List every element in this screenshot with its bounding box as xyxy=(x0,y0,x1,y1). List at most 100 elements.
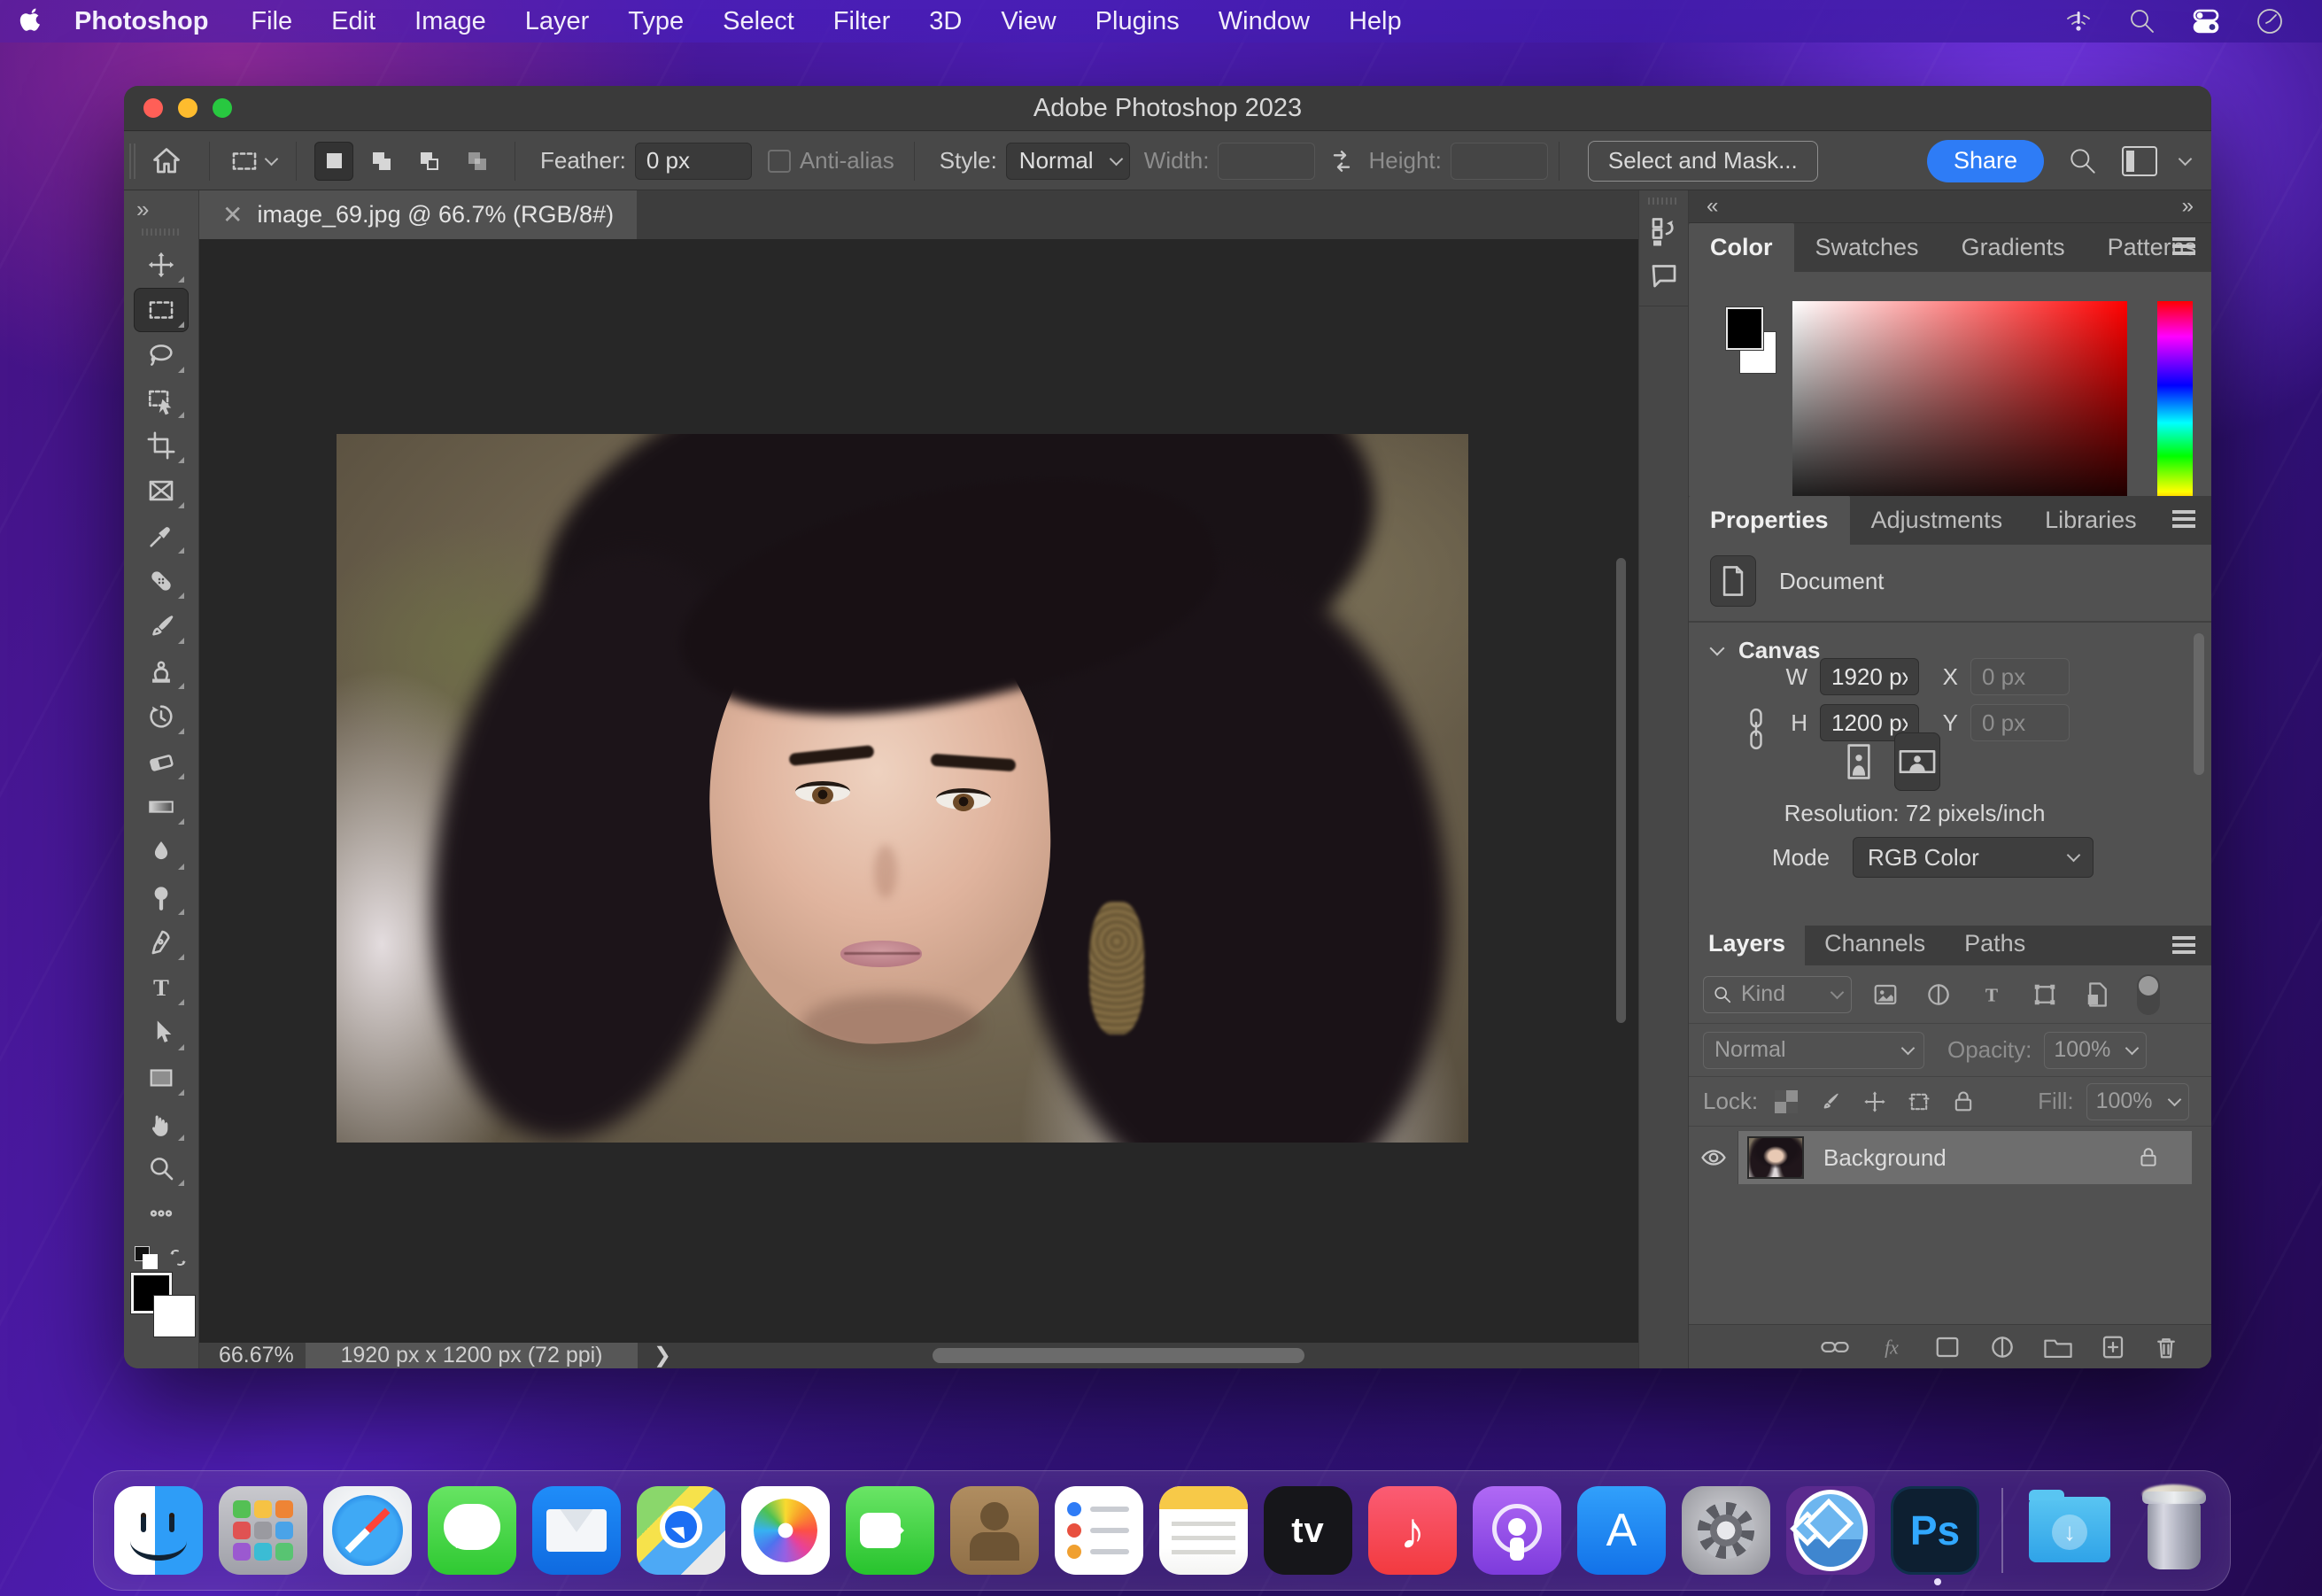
foreground-color-swatch[interactable] xyxy=(1726,307,1763,350)
lock-position-icon[interactable] xyxy=(1859,1089,1891,1114)
gradient-tool[interactable] xyxy=(134,785,189,829)
rectangle-tool[interactable] xyxy=(134,1056,189,1100)
filter-pixel-layers-icon[interactable] xyxy=(1866,981,1905,1008)
object-selection-tool[interactable] xyxy=(134,378,189,422)
home-icon[interactable] xyxy=(151,145,182,177)
window-title-bar[interactable]: Adobe Photoshop 2023 xyxy=(124,86,2211,131)
wifi-warning-icon[interactable] xyxy=(2063,6,2094,36)
menu-edit[interactable]: Edit xyxy=(312,7,395,36)
portrait-orientation-button[interactable] xyxy=(1836,732,1882,791)
canvas-width-input[interactable] xyxy=(1820,658,1919,695)
dock-appletv-icon[interactable]: tv xyxy=(1264,1486,1352,1575)
menu-type[interactable]: Type xyxy=(608,7,703,36)
chevron-down-icon[interactable] xyxy=(2178,151,2193,166)
current-tool-preset[interactable] xyxy=(229,146,279,176)
height-input[interactable] xyxy=(1450,142,1548,180)
collapse-left-icon[interactable]: « xyxy=(1707,194,1718,219)
share-button[interactable]: Share xyxy=(1926,139,2044,182)
eyedropper-tool[interactable] xyxy=(134,514,189,558)
dock-music-icon[interactable]: ♪ xyxy=(1368,1486,1457,1575)
tab-gradients[interactable]: Gradients xyxy=(1940,223,2086,272)
type-tool[interactable]: T xyxy=(134,965,189,1010)
fill-field[interactable]: 100% xyxy=(2086,1082,2189,1120)
select-and-mask-button[interactable]: Select and Mask... xyxy=(1587,140,1818,182)
workspace-switcher-icon[interactable] xyxy=(2122,145,2157,176)
link-layers-icon[interactable] xyxy=(1820,1334,1850,1360)
dock-maps-icon[interactable] xyxy=(637,1486,725,1575)
toolbar-collapse-icon[interactable]: » xyxy=(124,190,198,223)
vertical-scrollbar[interactable] xyxy=(1616,558,1626,1023)
tab-properties[interactable]: Properties xyxy=(1689,496,1850,545)
edit-toolbar-icon[interactable] xyxy=(134,1191,189,1236)
tab-swatches[interactable]: Swatches xyxy=(1794,223,1940,272)
layer-row-background[interactable]: Background xyxy=(1689,1131,2192,1184)
panel-menu-icon[interactable] xyxy=(2172,237,2195,241)
menu-help[interactable]: Help xyxy=(1329,7,1421,36)
panel-menu-icon[interactable] xyxy=(2172,510,2195,514)
menu-filter[interactable]: Filter xyxy=(814,7,909,36)
style-dropdown[interactable]: Normal xyxy=(1005,142,1130,180)
dock-notes-icon[interactable] xyxy=(1159,1486,1248,1575)
path-selection-tool[interactable] xyxy=(134,1011,189,1055)
menu-file[interactable]: File xyxy=(231,7,312,36)
history-brush-tool[interactable] xyxy=(134,694,189,739)
hue-slider[interactable] xyxy=(2143,301,2193,524)
feather-input[interactable] xyxy=(634,142,752,180)
new-adjustment-layer-icon[interactable] xyxy=(1988,1334,2016,1360)
filter-adjustment-layers-icon[interactable] xyxy=(1919,981,1958,1008)
properties-scrollbar[interactable] xyxy=(2194,633,2204,775)
panel-menu-icon[interactable] xyxy=(2172,936,2195,940)
move-tool[interactable] xyxy=(134,243,189,287)
dock-mountain-app-icon[interactable] xyxy=(1786,1486,1875,1575)
dock-reminders-icon[interactable] xyxy=(1055,1486,1143,1575)
dock-photoshop-icon[interactable]: Ps xyxy=(1891,1486,1979,1585)
brush-tool[interactable] xyxy=(134,604,189,648)
filter-type-layers-icon[interactable]: T xyxy=(1972,981,2011,1008)
saturation-brightness-field[interactable] xyxy=(1792,301,2127,523)
zoom-level-field[interactable]: 66.67% xyxy=(199,1343,306,1368)
spotlight-icon[interactable] xyxy=(2127,6,2157,36)
dock-finder-icon[interactable] xyxy=(114,1486,203,1575)
opacity-field[interactable]: 100% xyxy=(2044,1031,2148,1069)
add-to-selection-button[interactable] xyxy=(362,142,401,181)
tab-paths[interactable]: Paths xyxy=(1945,922,2045,965)
landscape-orientation-button[interactable] xyxy=(1894,732,1940,791)
collapse-right-icon[interactable]: » xyxy=(2182,194,2194,219)
tab-adjustments[interactable]: Adjustments xyxy=(1850,496,2024,545)
lock-transparency-icon[interactable] xyxy=(1770,1089,1802,1113)
dock-safari-icon[interactable] xyxy=(323,1486,412,1575)
tab-color[interactable]: Color xyxy=(1689,223,1794,272)
subtract-from-selection-button[interactable] xyxy=(410,142,449,181)
menu-3d[interactable]: 3D xyxy=(909,7,981,36)
hand-tool[interactable] xyxy=(134,1101,189,1145)
color-mode-dropdown[interactable]: RGB Color xyxy=(1853,837,2094,878)
lasso-tool[interactable] xyxy=(134,333,189,377)
zoom-tool[interactable] xyxy=(134,1146,189,1190)
document-properties-icon[interactable] xyxy=(1710,555,1756,607)
dock-podcasts-icon[interactable] xyxy=(1473,1486,1561,1575)
document-info[interactable]: 1920 px x 1200 px (72 ppi) xyxy=(306,1343,638,1368)
menu-view[interactable]: View xyxy=(981,7,1075,36)
eraser-tool[interactable] xyxy=(134,740,189,784)
status-chevron-icon[interactable]: ❯ xyxy=(654,1343,671,1368)
selected-layer[interactable]: Background xyxy=(1738,1131,2192,1184)
dock-messages-icon[interactable] xyxy=(428,1486,516,1575)
link-dimensions-icon[interactable] xyxy=(1744,706,1769,752)
crop-tool[interactable] xyxy=(134,423,189,468)
close-tab-icon[interactable]: ✕ xyxy=(222,200,243,229)
canvas-x-input[interactable] xyxy=(1970,658,2070,695)
filter-smart-objects-icon[interactable] xyxy=(2078,981,2117,1008)
menu-image[interactable]: Image xyxy=(395,7,506,36)
default-colors-icon[interactable] xyxy=(135,1246,158,1269)
spot-healing-brush-tool[interactable] xyxy=(134,559,189,603)
dock-system-settings-icon[interactable] xyxy=(1682,1486,1770,1575)
menu-layer[interactable]: Layer xyxy=(506,7,609,36)
filter-kind-dropdown[interactable]: Kind xyxy=(1703,975,1852,1013)
lock-all-icon[interactable] xyxy=(1947,1089,1979,1114)
new-selection-button[interactable] xyxy=(314,141,353,181)
tab-libraries[interactable]: Libraries xyxy=(2024,496,2158,545)
horizontal-scrollbar[interactable] xyxy=(933,1348,1304,1363)
rectangular-marquee-tool[interactable] xyxy=(134,288,189,332)
clock-icon[interactable] xyxy=(2255,6,2285,36)
new-layer-icon[interactable] xyxy=(2100,1334,2126,1360)
